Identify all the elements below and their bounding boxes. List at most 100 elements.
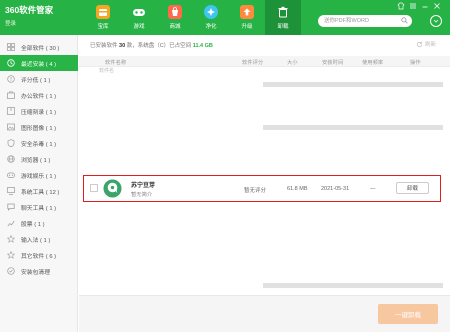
sidebar-item-label: 浏览器 ( 1 ) <box>21 157 51 164</box>
sidebar-item-label: 聊天工具 ( 1 ) <box>21 205 57 212</box>
installed-count: 30 <box>119 43 126 49</box>
search-input[interactable] <box>324 16 398 26</box>
column-name[interactable]: 软件名称 <box>105 58 126 66</box>
nav-store[interactable]: 商城 <box>157 0 193 35</box>
sidebar-item-chat[interactable]: 聊天工具 ( 1 ) <box>0 199 78 215</box>
skin-icon[interactable] <box>396 2 405 11</box>
app-rating: 暂无评分 <box>244 188 267 194</box>
shield-icon <box>7 139 15 147</box>
uninstall-button[interactable]: 卸载 <box>396 182 429 194</box>
minimize-icon[interactable] <box>420 2 429 11</box>
column-rating[interactable]: 软件评分 <box>242 58 263 66</box>
office-icon <box>7 91 15 99</box>
sidebar-item-input-method[interactable]: 输入法 ( 1 ) <box>0 231 78 247</box>
image-icon <box>7 123 15 131</box>
sidebar-item-low-rating[interactable]: 评分低 ( 1 ) <box>0 71 78 87</box>
nav-label: 商城 <box>169 24 181 30</box>
sidebar-item-label: 办公软件 ( 1 ) <box>21 93 57 100</box>
column-size[interactable]: 大小 <box>287 58 298 66</box>
disk-used-size: 11.4 GB <box>192 43 213 49</box>
browser-icon <box>7 155 15 163</box>
partial-row-text: 软件名 <box>99 68 115 74</box>
sidebar-item-label: 安全杀毒 ( 1 ) <box>21 141 57 148</box>
app-size: 61.8 MB <box>287 186 308 192</box>
sidebar-item-recent[interactable]: 最近安装 ( 4 ) <box>0 55 78 71</box>
sidebar-item-office[interactable]: 办公软件 ( 1 ) <box>0 87 78 103</box>
purify-icon <box>204 5 218 19</box>
sidebar-item-games[interactable]: 游戏娱乐 ( 1 ) <box>0 167 78 183</box>
chevron-down-circle-icon[interactable] <box>430 15 442 27</box>
nav-label: 宝库 <box>97 24 109 30</box>
main-panel: 已安装软件 30 款，系统盘（C）已占空间 11.4 GB 刷新 软件名称 软件… <box>79 35 450 332</box>
sidebar-item-system-tools[interactable]: 系统工具 ( 12 ) <box>0 183 78 199</box>
sidebar-item-stocks[interactable]: 股票 ( 1 ) <box>0 215 78 231</box>
table-row[interactable]: 苏宁豆芽 暂无简介 暂无评分 61.8 MB 2021-05-31 — 卸载 <box>83 175 441 202</box>
search-icon[interactable] <box>401 17 408 24</box>
package-cleanup-icon <box>7 267 15 275</box>
loading-placeholder-bar <box>263 125 443 130</box>
app-name: 苏宁豆芽 <box>131 183 156 189</box>
app-logo: 360软件管家 登录 <box>5 4 75 30</box>
nav-upgrade[interactable]: 升级 <box>229 0 265 35</box>
nav-label: 卸载 <box>277 24 289 30</box>
sidebar-item-label: 系统工具 ( 12 ) <box>21 189 60 196</box>
sidebar-item-package-cleanup[interactable]: 安装包清理 <box>0 263 78 279</box>
row-checkbox[interactable] <box>90 184 98 192</box>
sidebar-item-label: 图形图像 ( 1 ) <box>21 125 57 132</box>
column-frequency[interactable]: 使用频率 <box>362 58 383 66</box>
sidebar-item-compress[interactable]: 压缩刻录 ( 1 ) <box>0 103 78 119</box>
app-install-date: 2021-05-31 <box>321 186 350 192</box>
app-frequency: — <box>370 186 376 192</box>
nav-treasure[interactable]: 宝库 <box>85 0 121 35</box>
grid-icon <box>7 43 15 51</box>
menu-icon[interactable] <box>408 2 417 11</box>
sidebar-item-label: 游戏娱乐 ( 1 ) <box>21 173 57 180</box>
sidebar-item-all[interactable]: 全部软件 ( 30 ) <box>0 39 78 55</box>
loading-placeholder-bar <box>263 82 443 87</box>
low-rating-icon <box>7 75 15 83</box>
sidebar-item-security[interactable]: 安全杀毒 ( 1 ) <box>0 135 78 151</box>
nav-label: 净化 <box>205 24 217 30</box>
refresh-button[interactable]: 刷新 <box>416 40 436 48</box>
login-link[interactable]: 登录 <box>5 19 16 27</box>
sidebar-item-graphics[interactable]: 图形图像 ( 1 ) <box>0 119 78 135</box>
app-title: 360软件管家 <box>5 5 54 15</box>
other-software-icon <box>7 251 15 259</box>
category-sidebar: 全部软件 ( 30 ) 最近安装 ( 4 ) 评分低 ( 1 ) 办公软件 ( … <box>0 35 78 332</box>
system-tool-icon <box>7 187 15 195</box>
input-method-icon <box>7 235 15 243</box>
clock-icon <box>7 59 15 67</box>
nav-games[interactable]: 游戏 <box>121 0 157 35</box>
sidebar-item-label: 输入法 ( 1 ) <box>21 237 51 244</box>
gamepad-icon <box>132 5 146 19</box>
refresh-icon <box>416 41 423 47</box>
top-toolbar: 360软件管家 登录 宝库 游戏 商城 净化 升级 卸载 送你PDF和WORD <box>0 0 450 35</box>
app-window: 360软件管家 登录 宝库 游戏 商城 净化 升级 卸载 送你PDF和WORD … <box>0 0 450 332</box>
column-install-time[interactable]: 安装时间 <box>322 58 343 66</box>
sidebar-item-other[interactable]: 其它软件 ( 6 ) <box>0 247 78 263</box>
sidebar-item-label: 其它软件 ( 6 ) <box>21 253 57 260</box>
store-icon <box>168 5 182 19</box>
treasure-box-icon <box>96 5 110 19</box>
top-nav: 宝库 游戏 商城 净化 升级 卸载 <box>85 0 301 35</box>
sidebar-item-label: 评分低 ( 1 ) <box>21 77 51 84</box>
install-summary: 已安装软件 30 款，系统盘（C）已占空间 11.4 GB <box>90 41 213 49</box>
nav-uninstall[interactable]: 卸载 <box>265 0 301 35</box>
suning-douya-app-icon <box>103 179 122 198</box>
compress-icon <box>7 107 15 115</box>
nav-label: 升级 <box>241 24 253 30</box>
close-icon[interactable] <box>432 2 441 11</box>
bottom-bar: 一键卸载 <box>79 295 450 332</box>
upgrade-icon <box>240 5 254 19</box>
nav-label: 游戏 <box>133 24 145 30</box>
sidebar-item-label: 全部软件 ( 30 ) <box>21 45 60 52</box>
nav-purify[interactable]: 净化 <box>193 0 229 35</box>
table-header: 软件名称 软件评分 大小 安装时间 使用频率 操作 <box>79 56 450 67</box>
game-icon <box>7 172 15 178</box>
search-box <box>318 15 412 27</box>
summary-prefix: 已安装软件 <box>90 43 118 49</box>
refresh-label: 刷新 <box>424 42 436 48</box>
summary-middle: 款，系统盘（C）已占空间 <box>126 43 192 49</box>
sidebar-item-browser[interactable]: 浏览器 ( 1 ) <box>0 151 78 167</box>
one-click-uninstall-button[interactable]: 一键卸载 <box>378 304 438 324</box>
